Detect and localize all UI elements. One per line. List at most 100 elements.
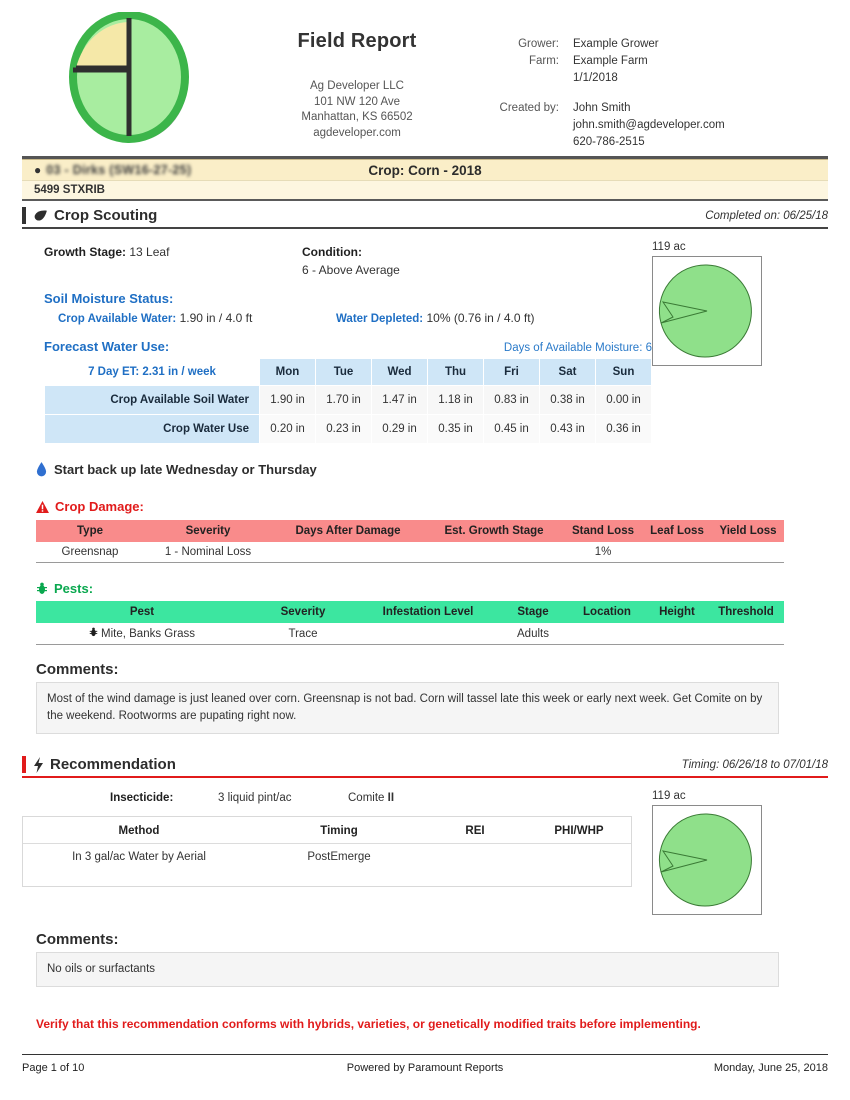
report-header: Field Report Ag Developer LLC 101 NW 120…: [22, 0, 828, 152]
field-header-bar: ● 03 - Dirks (SW16-27-25) Crop: Corn - 2…: [22, 159, 828, 181]
crop-available-water-label: Crop Available Water:: [58, 313, 177, 325]
table-row: Mite, Banks Grass Trace Adults: [36, 623, 784, 645]
et-day-mon: Mon: [259, 358, 316, 386]
company-name: Ag Developer LLC: [310, 80, 404, 92]
growth-stage-group: Growth Stage: 13 Leaf: [44, 245, 302, 277]
company-city: Manhattan, KS 66502: [301, 111, 413, 123]
footer-powered-by: Powered by Paramount Reports: [346, 1062, 504, 1074]
condition-label: Condition:: [302, 245, 362, 259]
et-day-thu: Thu: [427, 358, 484, 386]
product-row: Insecticide: 3 liquid pint/ac Comite II: [22, 792, 652, 804]
et-use-sun: 0.36 in: [595, 414, 652, 444]
et-day-sun: Sun: [595, 358, 652, 386]
condition-group: Condition: 6 - Above Average: [302, 245, 400, 277]
col-pest-height: Height: [646, 601, 708, 623]
et-avail-sun: 0.00 in: [595, 385, 652, 415]
et-day-fri: Fri: [483, 358, 540, 386]
scouting-field-map[interactable]: [652, 256, 762, 366]
col-method: Method: [23, 817, 255, 844]
et-use-thu: 0.35 in: [427, 414, 484, 444]
forecast-title: Forecast Water Use:: [44, 339, 170, 354]
product-rate: 3 liquid pint/ac: [218, 792, 292, 804]
product-name: Comite II: [348, 792, 394, 804]
field-bar-inner: ● 03 - Dirks (SW16-27-25) Crop: Corn - 2…: [34, 163, 816, 178]
created-by-label: Created by:: [499, 102, 559, 114]
field-report-page: Field Report Ag Developer LLC 101 NW 120…: [0, 0, 850, 1100]
crop-scouting-title-group: Crop Scouting: [33, 207, 157, 224]
farm-date-row: 1/1/2018: [477, 70, 828, 87]
pests-heading: Pests:: [36, 581, 828, 596]
crop-scouting-rule: [22, 227, 828, 229]
crop-damage-table: Type Severity Days After Damage Est. Gro…: [36, 520, 784, 563]
field-name: 03 - Dirks (SW16-27-25): [46, 163, 192, 177]
water-depleted-value: 10% (0.76 in / 4.0 ft): [426, 311, 535, 325]
forecast-water-use-table: 7 Day ET: 2.31 in / week Mon Tue Wed Thu…: [44, 358, 652, 444]
logo-container: [22, 8, 237, 144]
farm-date-value: 1/1/2018: [573, 72, 618, 84]
footer-page-number: Page 1 of 10: [22, 1062, 85, 1074]
days-available-moisture: Days of Available Moisture: 6: [503, 342, 652, 354]
cell-pest-name: Mite, Banks Grass: [36, 623, 248, 645]
title-block: Field Report Ag Developer LLC 101 NW 120…: [237, 8, 477, 141]
recommendation-header: Recommendation Timing: 06/26/18 to 07/01…: [22, 750, 828, 776]
leaf-icon: [34, 210, 47, 221]
et-use-wed: 0.29 in: [371, 414, 428, 444]
pests-title: Pests:: [54, 581, 94, 596]
irrigation-alert-text: Start back up late Wednesday or Thursday: [54, 462, 317, 477]
scout-comments-block: Comments: Most of the wind damage is jus…: [36, 661, 779, 734]
pests-table: Pest Severity Infestation Level Stage Lo…: [36, 601, 784, 645]
et-use-sat: 0.43 in: [539, 414, 596, 444]
cell-rei: [423, 844, 527, 871]
recommendation-map-acres: 119 ac: [652, 790, 686, 802]
scouting-map-acres: 119 ac: [652, 241, 686, 253]
cell-yield-loss: [712, 542, 784, 563]
et-day-wed: Wed: [371, 358, 428, 386]
recommendation-field-map[interactable]: [652, 805, 762, 915]
forecast-header-row: Forecast Water Use: Days of Available Mo…: [44, 339, 652, 354]
growth-stage-value: 13 Leaf: [129, 245, 170, 259]
rec-comments-block: Comments: No oils or surfactants Verify …: [36, 931, 779, 1031]
et-use-tue: 0.23 in: [315, 414, 372, 444]
pests-header-row: Pest Severity Infestation Level Stage Lo…: [36, 601, 784, 623]
col-infestation-level: Infestation Level: [358, 601, 498, 623]
cell-pest-location: [568, 623, 646, 645]
scout-comments-title: Comments:: [36, 661, 119, 678]
lightning-bolt-icon: [34, 756, 43, 773]
recommendation-title-group: Recommendation: [33, 756, 176, 773]
cell-damage-type: Greensnap: [36, 542, 144, 563]
crop-scouting-title: Crop Scouting: [54, 207, 158, 224]
crop-scouting-details: Growth Stage: 13 Leaf Condition: 6 - Abo…: [22, 237, 652, 444]
method-header-row: Method Timing REI PHI/WHP: [23, 817, 631, 844]
recommendation-map-panel: 119 ac: [652, 786, 802, 915]
section-accent-bar: [22, 207, 26, 224]
created-by-row: Created by: John Smith: [477, 100, 828, 117]
created-by-name: John Smith: [573, 102, 631, 114]
circle-quadrant-logo: [68, 11, 189, 143]
recommendation-accent-bar: [22, 756, 26, 773]
warning-triangle-icon: [36, 500, 49, 513]
crop-scouting-completed: Completed on: 06/25/18: [705, 210, 828, 222]
col-est-growth-stage: Est. Growth Stage: [424, 520, 564, 542]
scouting-map-wrap: 119 ac: [652, 241, 764, 366]
farm-date-spacer: [477, 70, 573, 87]
report-meta: Grower: Example Grower Farm: Example Far…: [477, 8, 828, 151]
company-street: 101 NW 120 Ave: [313, 95, 401, 108]
created-by-email: john.smith@agdeveloper.com: [573, 119, 725, 131]
grower-row: Grower: Example Grower: [477, 36, 828, 53]
table-row: In 3 gal/ac Water by Aerial PostEmerge: [23, 844, 631, 871]
condition-value: 6 - Above Average: [302, 263, 400, 277]
grower-value: Example Grower: [573, 38, 659, 50]
pivot-field-shape: [658, 813, 752, 907]
et-avail-sat: 0.38 in: [539, 385, 596, 415]
growth-condition-row: Growth Stage: 13 Leaf Condition: 6 - Abo…: [44, 245, 652, 277]
cell-pest-severity: Trace: [248, 623, 358, 645]
cell-pest-height: [646, 623, 708, 645]
recommendation-map-wrap: 119 ac: [652, 790, 764, 915]
et-avail-wed: 1.47 in: [371, 385, 428, 415]
email-spacer: [477, 117, 573, 134]
col-stand-loss: Stand Loss: [564, 520, 642, 542]
created-email-row: john.smith@agdeveloper.com: [477, 117, 828, 134]
cell-pest-name-text: Mite, Banks Grass: [101, 628, 195, 640]
soil-moisture-title: Soil Moisture Status:: [44, 291, 174, 306]
et-use-mon: 0.20 in: [259, 414, 316, 444]
